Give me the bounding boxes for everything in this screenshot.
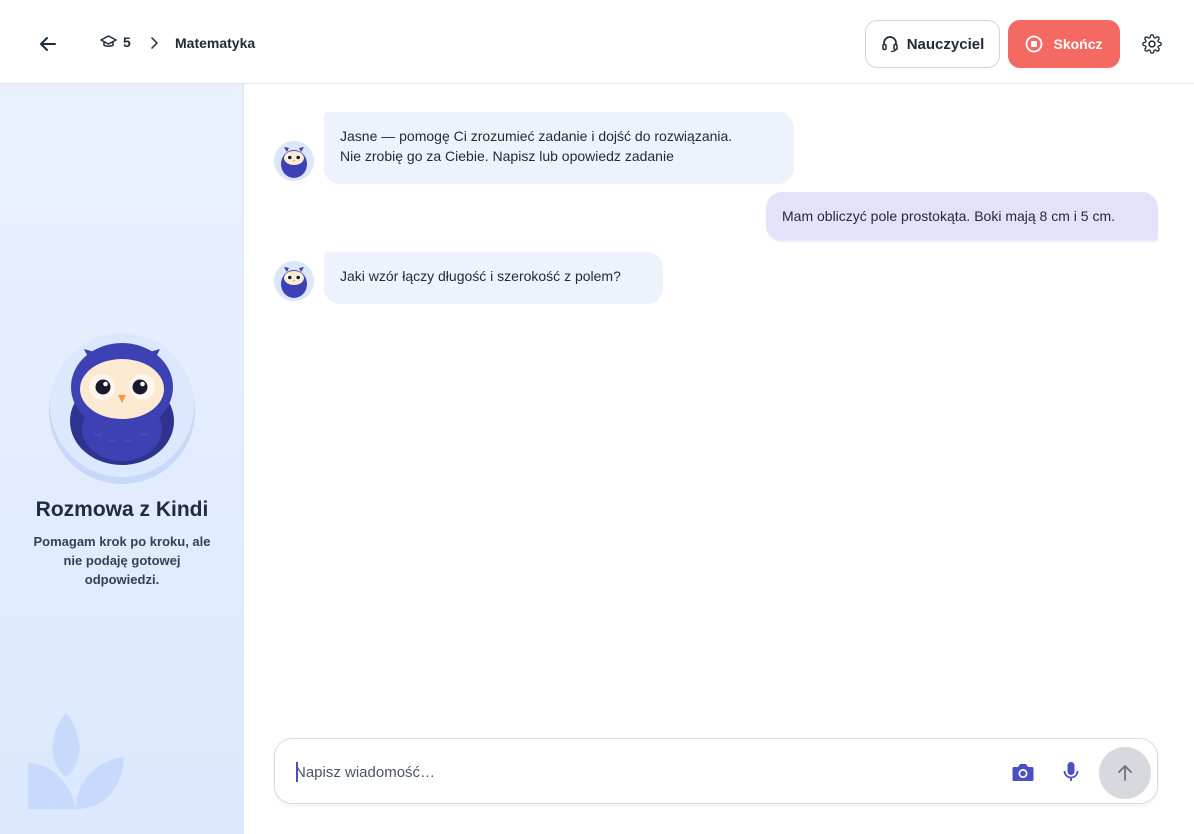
breadcrumb-subject[interactable]: Matematyka — [175, 35, 255, 51]
teacher-button-label: Nauczyciel — [906, 35, 985, 53]
sidebar: Rozmowa z Kindi Pomagam krok po kroku, a… — [0, 84, 244, 834]
teacher-button[interactable]: Nauczyciel — [865, 20, 1000, 68]
message-line: Mam obliczyć pole prostokąta. Boki mają … — [782, 208, 1116, 224]
owl-icon — [274, 141, 314, 181]
grade-badge: 5 — [100, 34, 131, 50]
back-button[interactable] — [30, 26, 66, 62]
top-bar: 5 Matematyka Nauczyciel Skończ — [0, 0, 1194, 84]
bot-message: Jasne — pomogę Ci zrozumieć zadanie i do… — [324, 112, 794, 184]
chat-area: Jasne — pomogę Ci zrozumieć zadanie i do… — [244, 84, 1194, 724]
headset-icon — [881, 36, 898, 53]
microphone-icon — [1063, 762, 1079, 781]
settings-button[interactable] — [1138, 30, 1166, 58]
bot-message: Jaki wzór łączy długość i szerokość z po… — [324, 252, 663, 304]
sidebar-description: Pomagam krok po kroku, ale nie podaję go… — [33, 534, 211, 587]
leaf-decoration-icon — [28, 713, 124, 809]
message-composer — [274, 738, 1158, 804]
text-caret — [296, 762, 298, 782]
stop-circle-icon — [1026, 35, 1043, 53]
arrow-left-icon — [40, 37, 56, 51]
arrow-up-icon — [1118, 765, 1132, 781]
camera-icon — [1012, 764, 1034, 781]
bot-avatar — [274, 141, 314, 181]
owl-mascot-icon — [49, 333, 195, 484]
bot-avatar — [274, 261, 314, 301]
camera-button[interactable] — [1009, 758, 1037, 786]
end-session-button[interactable]: Skończ — [1008, 20, 1120, 68]
message-input[interactable] — [295, 759, 995, 785]
grade-value: 5 — [123, 34, 131, 50]
end-session-label: Skończ — [1053, 36, 1103, 52]
message-line: Jaki wzór łączy długość i szerokość z po… — [340, 268, 621, 284]
sidebar-title: Rozmowa z Kindi — [35, 498, 209, 521]
gear-icon — [1142, 34, 1162, 54]
user-message: Mam obliczyć pole prostokąta. Boki mają … — [766, 192, 1158, 240]
message-line: Jasne — pomogę Ci zrozumieć zadanie i do… — [340, 128, 733, 144]
message-line: Nie zrobię go za Ciebie. Napisz lub opow… — [340, 148, 674, 164]
send-button[interactable] — [1099, 747, 1151, 799]
chevron-right-icon — [151, 37, 158, 49]
graduation-cap-icon — [100, 35, 117, 47]
owl-icon — [274, 261, 314, 301]
microphone-button[interactable] — [1057, 758, 1085, 786]
